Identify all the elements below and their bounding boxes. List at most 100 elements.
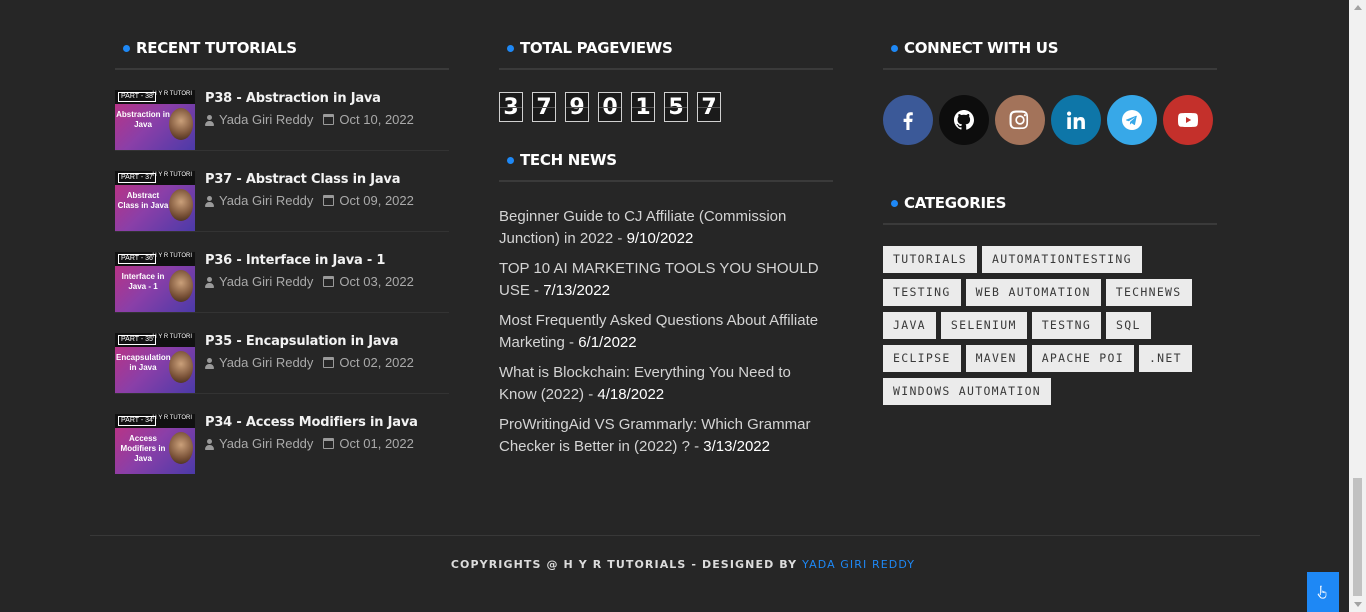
- post-meta: Yada Giri Reddy Oct 02, 2022: [205, 355, 414, 370]
- post-meta: Yada Giri Reddy Oct 10, 2022: [205, 112, 414, 127]
- category-tag[interactable]: TUTORIALS: [883, 246, 978, 273]
- post-title-link[interactable]: P34 - Access Modifiers in Java: [205, 415, 418, 430]
- category-tag[interactable]: TESTING: [883, 279, 961, 306]
- post-author: Yada Giri Reddy: [219, 274, 314, 289]
- back-to-top-button[interactable]: [1307, 572, 1339, 612]
- facebook-link[interactable]: [883, 95, 933, 145]
- tech-news-list: Beginner Guide to CJ Affiliate (Commissi…: [499, 206, 833, 458]
- category-tag[interactable]: WEB AUTOMATION: [965, 279, 1101, 306]
- scroll-up-arrow-icon[interactable]: [1354, 5, 1362, 10]
- footer-divider: [90, 535, 1260, 536]
- news-title-link[interactable]: Most Frequently Asked Questions About Af…: [499, 312, 818, 351]
- post-title-link[interactable]: P38 - Abstraction in Java: [205, 91, 414, 106]
- github-icon: [954, 110, 974, 130]
- category-tag[interactable]: TESTNG: [1031, 312, 1102, 339]
- post-date: Oct 10, 2022: [339, 112, 414, 127]
- post-title-link[interactable]: P36 - Interface in Java - 1: [205, 253, 414, 268]
- post-date: Oct 02, 2022: [339, 355, 414, 370]
- telegram-link[interactable]: [1107, 95, 1157, 145]
- category-tag[interactable]: ECLIPSE: [883, 345, 961, 372]
- news-date: 9/10/2022: [626, 230, 694, 247]
- vertical-scrollbar[interactable]: [1349, 0, 1366, 612]
- heading-bullet-icon: [891, 45, 898, 52]
- user-icon: [205, 357, 215, 369]
- recent-posts-list: PART - 38 H Y R TUTORI Abstraction in Ja…: [115, 70, 449, 475]
- category-tag[interactable]: AUTOMATIONTESTING: [982, 246, 1142, 273]
- youtube-link[interactable]: [1163, 95, 1213, 145]
- post-author: Yada Giri Reddy: [219, 112, 314, 127]
- post-title-link[interactable]: P35 - Encapsulation in Java: [205, 334, 414, 349]
- post-date: Oct 03, 2022: [339, 274, 414, 289]
- facebook-icon: [903, 112, 913, 130]
- post-author: Yada Giri Reddy: [219, 436, 314, 451]
- linkedin-icon: [1067, 111, 1085, 129]
- news-item[interactable]: What is Blockchain: Everything You Need …: [499, 362, 829, 406]
- news-item[interactable]: Beginner Guide to CJ Affiliate (Commissi…: [499, 206, 829, 250]
- heading-bullet-icon: [891, 200, 898, 207]
- instagram-link[interactable]: [995, 95, 1045, 145]
- calendar-icon: [323, 114, 335, 125]
- news-date: 4/18/2022: [597, 386, 665, 403]
- youtube-icon: [1178, 113, 1198, 127]
- category-tag[interactable]: WINDOWS AUTOMATION: [883, 378, 1052, 405]
- scrollbar-thumb[interactable]: [1353, 478, 1362, 596]
- github-link[interactable]: [939, 95, 989, 145]
- pageview-digit: 0: [598, 92, 622, 122]
- linkedin-link[interactable]: [1051, 95, 1101, 145]
- calendar-icon: [323, 357, 335, 368]
- telegram-icon: [1122, 110, 1142, 130]
- list-item[interactable]: PART - 35 H Y R TUTORI Encapsulation in …: [115, 313, 449, 394]
- scroll-down-arrow-icon[interactable]: [1354, 602, 1362, 607]
- tech-news-heading: TECH NEWS: [499, 142, 833, 182]
- post-thumbnail[interactable]: PART - 38 H Y R TUTORI Abstraction in Ja…: [115, 90, 195, 150]
- post-thumbnail[interactable]: PART - 34 H Y R TUTORI Access Modifiers …: [115, 414, 195, 474]
- user-icon: [205, 276, 215, 288]
- category-tag[interactable]: SQL: [1106, 312, 1151, 339]
- heading-bullet-icon: [507, 45, 514, 52]
- pageviews-widget: TOTAL PAGEVIEWS 3790157 TECH NEWS Beginn…: [499, 30, 833, 466]
- list-item[interactable]: PART - 34 H Y R TUTORI Access Modifiers …: [115, 394, 449, 475]
- category-tag[interactable]: .NET: [1138, 345, 1192, 372]
- copyright-text: COPYRIGHTS @ H Y R TUTORIALS - DESIGNED …: [450, 558, 916, 571]
- pageview-digit: 9: [565, 92, 589, 122]
- post-author: Yada Giri Reddy: [219, 355, 314, 370]
- news-item[interactable]: TOP 10 AI MARKETING TOOLS YOU SHOULD USE…: [499, 258, 829, 302]
- user-icon: [205, 114, 215, 126]
- category-tag[interactable]: MAVEN: [965, 345, 1027, 372]
- post-date: Oct 09, 2022: [339, 193, 414, 208]
- author-photo: [169, 270, 193, 302]
- heading-bullet-icon: [507, 157, 514, 164]
- post-thumbnail[interactable]: PART - 36 H Y R TUTORI Interface in Java…: [115, 252, 195, 312]
- pageview-digit: 7: [532, 92, 556, 122]
- user-icon: [205, 195, 215, 207]
- designer-link[interactable]: YADA GIRI REDDY: [802, 558, 915, 571]
- list-item[interactable]: PART - 37 H Y R TUTORI Abstract Class in…: [115, 151, 449, 232]
- category-tag[interactable]: JAVA: [883, 312, 936, 339]
- recent-tutorials-widget: RECENT TUTORIALS PART - 38 H Y R TUTORI …: [115, 30, 449, 475]
- post-title-link[interactable]: P37 - Abstract Class in Java: [205, 172, 414, 187]
- author-photo: [169, 189, 193, 221]
- pageview-digit: 7: [697, 92, 721, 122]
- post-thumbnail[interactable]: PART - 35 H Y R TUTORI Encapsulation in …: [115, 333, 195, 393]
- list-item[interactable]: PART - 36 H Y R TUTORI Interface in Java…: [115, 232, 449, 313]
- connect-with-us-heading: CONNECT WITH US: [883, 30, 1217, 70]
- connect-widget: CONNECT WITH US CATEGORIES TUTORIALS AUTO…: [883, 30, 1217, 405]
- post-meta: Yada Giri Reddy Oct 03, 2022: [205, 274, 414, 289]
- post-date: Oct 01, 2022: [339, 436, 414, 451]
- author-photo: [169, 108, 193, 140]
- post-thumbnail[interactable]: PART - 37 H Y R TUTORI Abstract Class in…: [115, 171, 195, 231]
- category-tag[interactable]: APACHE POI: [1031, 345, 1134, 372]
- post-meta: Yada Giri Reddy Oct 01, 2022: [205, 436, 418, 451]
- category-tag[interactable]: SELENIUM: [940, 312, 1027, 339]
- news-item[interactable]: ProWritingAid VS Grammarly: Which Gramma…: [499, 414, 829, 458]
- news-item[interactable]: Most Frequently Asked Questions About Af…: [499, 310, 829, 354]
- user-icon: [205, 438, 215, 450]
- social-links: [883, 95, 1217, 145]
- list-item[interactable]: PART - 38 H Y R TUTORI Abstraction in Ja…: [115, 70, 449, 151]
- pageview-digit: 3: [499, 92, 523, 122]
- author-photo: [169, 432, 193, 464]
- hand-pointer-icon: [1317, 585, 1327, 599]
- heading-bullet-icon: [123, 45, 130, 52]
- category-tag[interactable]: TECHNEWS: [1105, 279, 1192, 306]
- recent-tutorials-heading: RECENT TUTORIALS: [115, 30, 449, 70]
